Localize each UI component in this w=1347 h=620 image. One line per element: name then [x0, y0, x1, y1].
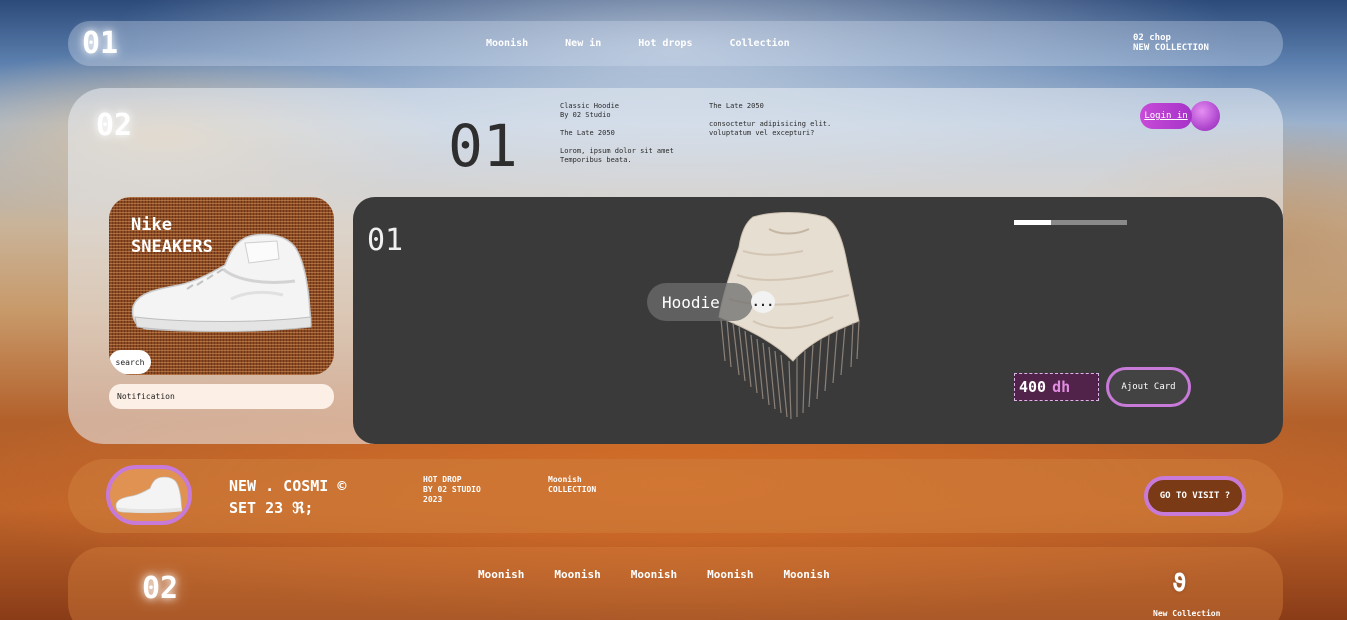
nike-sneakers-card[interactable]: Nike SNEAKERS search: [109, 197, 334, 375]
product-number: 01: [367, 223, 404, 258]
footer-nav-item[interactable]: Moonish: [554, 568, 600, 581]
promo-info-line: HOT DROP: [423, 475, 462, 484]
sneaker-icon: [131, 233, 312, 332]
promo-info-left: HOT DROP BY 02 STUDIO 2023: [423, 475, 481, 505]
add-to-cart-button[interactable]: Ajout Card: [1106, 367, 1191, 407]
sneaker-icon: [115, 476, 183, 514]
price-value: 400: [1019, 378, 1047, 396]
product-name-pill: Hoodie: [647, 283, 753, 321]
theta-logo-icon: ϑ: [1172, 569, 1187, 597]
footer-nav-item[interactable]: Moonish: [783, 568, 829, 581]
product-progress-fill: [1014, 220, 1052, 225]
footer-nav-item[interactable]: Moonish: [478, 568, 524, 581]
hero-description-right: The Late 2050 consoctetur adipisicing el…: [709, 102, 879, 138]
promo-strip: NEW . COSMI © SET 23 ℜ; HOT DROP BY 02 S…: [68, 459, 1283, 533]
more-dots-icon[interactable]: ...: [751, 291, 775, 313]
login-group: Login in: [1140, 101, 1222, 133]
login-orb-icon[interactable]: [1190, 101, 1220, 131]
header-side-note: 02 chop NEW COLLECTION: [1133, 33, 1209, 53]
promo-info-right: Moonish COLLECTION: [548, 475, 596, 495]
promo-title: NEW . COSMI © SET 23 ℜ;: [229, 475, 346, 519]
promo-title-line1: NEW . COSMI ©: [229, 477, 347, 495]
nav-item-hot-drops[interactable]: Hot drops: [638, 38, 692, 49]
hero-description-left: Classic Hoodie By 02 Studio The Late 205…: [560, 102, 700, 165]
product-card: 01 Hoodie ... 400 dh Ajout Card: [353, 197, 1283, 444]
promo-thumbnail[interactable]: [106, 465, 192, 525]
footer-number: 02: [142, 571, 179, 606]
price-unit: dh: [1052, 378, 1071, 396]
footer-nav-item[interactable]: Moonish: [631, 568, 677, 581]
login-button[interactable]: Login in: [1140, 103, 1192, 129]
search-button[interactable]: search: [109, 350, 151, 374]
desc-line: consoctetur adipisicing elit.: [709, 120, 832, 128]
footer-nav-item[interactable]: Moonish: [707, 568, 753, 581]
nav-item-moonish[interactable]: Moonish: [486, 38, 528, 49]
desc-line: The Late 2050: [709, 102, 764, 110]
promo-info-line: BY 02 STUDIO: [423, 485, 481, 494]
brand-number: 01: [82, 26, 119, 61]
hero-big-number: 01: [448, 112, 518, 180]
bottom-navbar: 02 Moonish Moonish Moonish Moonish Mooni…: [68, 547, 1283, 620]
header-side-line1: 02 chop: [1133, 33, 1171, 43]
notification-field[interactable]: Notification: [109, 384, 334, 409]
desc-line: The Late 2050: [560, 129, 615, 137]
new-collection-caption: New Collection: [1153, 609, 1221, 618]
promo-info-line: COLLECTION: [548, 485, 597, 494]
price-tag: 400 dh: [1014, 373, 1099, 401]
promo-title-line2: SET 23 ℜ;: [229, 499, 314, 517]
desc-line: By 02 Studio: [560, 111, 611, 119]
desc-line: voluptatum vel excepturi?: [709, 129, 815, 137]
desc-line: Lorom, ipsum dolor sit amet: [560, 147, 674, 155]
desc-line: Classic Hoodie: [560, 102, 620, 110]
top-navbar: 01 Moonish New in Hot drops Collection 0…: [68, 21, 1283, 66]
promo-info-line: 2023: [423, 495, 443, 504]
top-nav-links: Moonish New in Hot drops Collection: [486, 38, 790, 49]
desc-line: Temporibus beata.: [560, 156, 632, 164]
hero-panel-number: 02: [96, 108, 133, 143]
go-to-visit-button[interactable]: GO TO VISIT ?: [1144, 476, 1246, 516]
nav-item-new-in[interactable]: New in: [565, 38, 601, 49]
bottom-nav-links: Moonish Moonish Moonish Moonish Moonish: [478, 568, 830, 581]
nav-item-collection[interactable]: Collection: [729, 38, 789, 49]
promo-info-line: Moonish: [548, 475, 582, 484]
product-progress-bar: [1014, 220, 1127, 225]
header-side-line2: NEW COLLECTION: [1133, 43, 1209, 53]
